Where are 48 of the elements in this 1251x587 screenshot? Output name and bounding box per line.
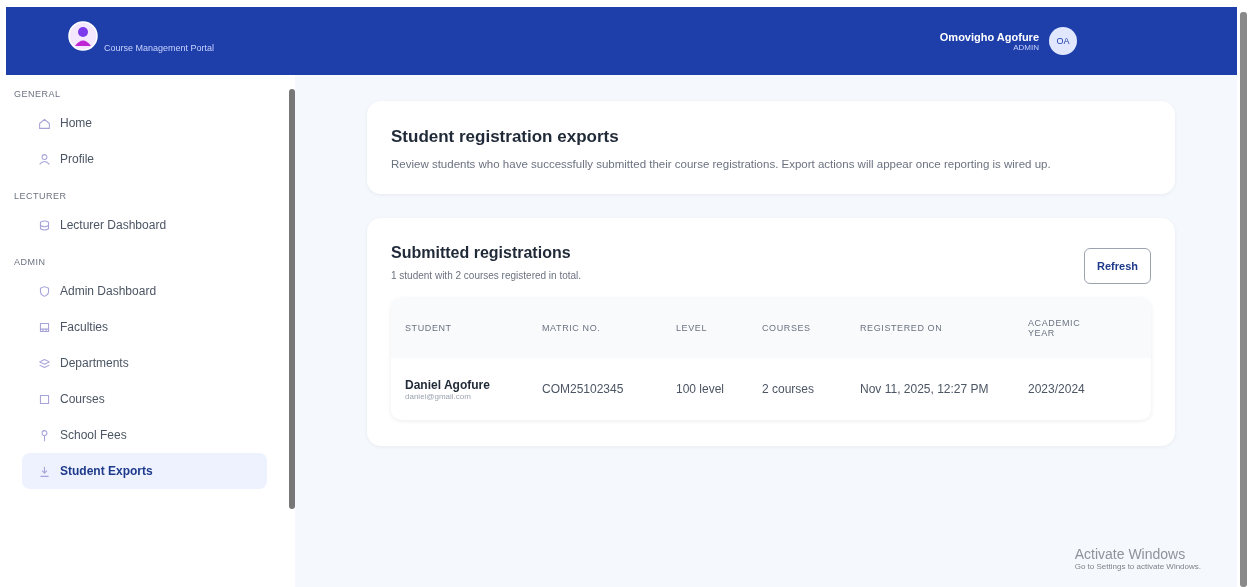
column-header: REGISTERED ON [860,323,944,333]
section-title: LECTURER [13,191,68,201]
sidebar-item[interactable]: Home [22,105,267,141]
activation-notice-title: Activate Windows [1074,546,1187,562]
card-title: Submitted registrations [391,244,572,262]
summary-text: 1 student with 2 courses registered in total. [391,270,582,281]
table-cell-text: 100 level [676,382,726,396]
card-title: Student registration exports [391,127,620,147]
table-cell-text: COM25102345 [542,382,625,396]
building-icon [38,320,51,334]
column-header: STUDENT [405,323,453,333]
person-icon [38,152,51,166]
user-role: ADMIN [1013,42,1039,52]
section-title: ADMIN [13,257,47,267]
home-icon [38,116,51,130]
refresh-button[interactable]: Refresh [1084,248,1151,284]
scrollbar[interactable] [289,89,295,509]
student-name: Daniel Agofure [405,377,491,392]
user-name: Omovigho Agofure [939,30,1039,43]
table-cell-text: 2023/2024 [1028,382,1086,396]
section-title: GENERAL [13,89,62,99]
column-header: LEVEL [676,323,709,333]
table-cell-text: 2 courses [762,382,816,396]
shield-icon [38,284,51,298]
logo-icon [68,21,98,51]
sidebar-item[interactable]: Admin Dashboard [22,273,267,309]
download-icon [38,464,51,478]
column-header: ACADEMIC YEAR [1028,318,1082,338]
sidebar-item[interactable]: Faculties [22,309,267,345]
pin-icon [38,428,51,442]
student-email: daniel@gmail.com [405,391,471,401]
sidebar-item[interactable]: Student Exports [22,453,267,489]
column-header: MATRIC NO. [542,323,602,333]
database-icon [38,218,51,232]
portal-name: Course Management Portal [104,43,215,53]
sidebar-item[interactable]: Courses [22,381,267,417]
sidebar-item[interactable]: Profile [22,141,267,177]
square-icon [38,392,51,406]
sidebar-item[interactable]: School Fees [22,417,267,453]
sidebar-item[interactable]: Departments [22,345,267,381]
user-avatar[interactable]: OA [1049,27,1077,55]
activation-notice-text: Go to Settings to activate Windows. [1074,562,1201,571]
column-header: COURSES [762,323,812,333]
table-cell-text: Nov 11, 2025, 12:27 PM [860,382,990,396]
card-description: Review students who have successfully submitted their course registrations. Export actions will appear once reporting is wired up. [391,157,1052,172]
scrollbar[interactable] [1240,12,1247,587]
layers-icon [38,356,51,370]
sidebar-item[interactable]: Lecturer Dashboard [22,207,267,243]
